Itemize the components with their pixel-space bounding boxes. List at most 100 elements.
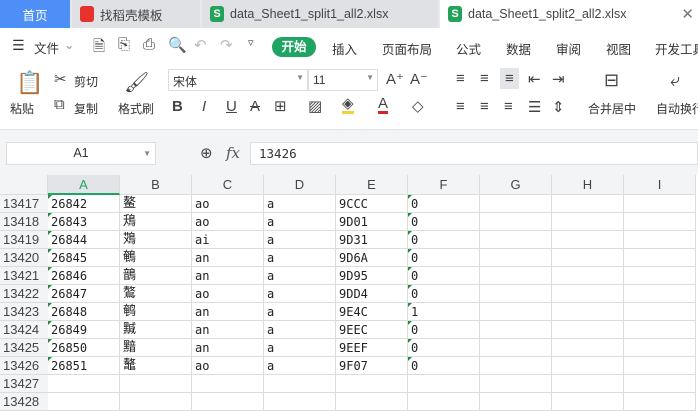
brush-icon[interactable]: 🖌 [124,70,149,95]
redo-icon[interactable]: ↷ [220,36,233,54]
eraser-icon[interactable]: ◇ [412,97,424,115]
cell-B13423[interactable]: 鹌 [120,303,192,321]
row-header[interactable]: 13426 [0,357,48,375]
cell-C13428[interactable] [192,393,264,411]
cell-C13421[interactable]: an [192,267,264,285]
cell-I13422[interactable] [624,285,696,303]
align-bottom-icon[interactable]: ≡ [500,68,519,89]
align-center-icon[interactable]: ≡ [480,98,489,115]
column-header-I[interactable]: I [624,175,696,195]
menu-icon[interactable]: ☰ [12,37,25,54]
tab-home[interactable]: 首页 [0,0,70,28]
row-header[interactable]: 13418 [0,213,48,231]
copy-icon[interactable]: ⧉ [54,96,65,113]
cell-B13425[interactable]: 黯 [120,339,192,357]
print-icon[interactable]: ⎙ [143,36,155,53]
cell-E13417[interactable]: 9CCC [336,195,408,213]
cell-D13420[interactable]: a [264,249,336,267]
cell-F13417[interactable]: 0 [408,195,480,213]
column-header-A[interactable]: A [48,175,120,195]
cell-H13423[interactable] [552,303,624,321]
cell-F13424[interactable]: 0 [408,321,480,339]
row-header[interactable]: 13423 [0,303,48,321]
cell-G13418[interactable] [480,213,552,231]
increase-font-icon[interactable]: A⁺ [386,70,404,88]
justify-icon[interactable]: ☰ [528,98,541,116]
cell-C13418[interactable]: ao [192,213,264,231]
tab-file-2[interactable]: Sdata_Sheet1_split2_all2.xlsx ✕ [440,0,698,28]
font-size-select[interactable]: 11 ▼ [308,69,378,91]
paste-button[interactable]: 粘贴 [10,100,34,117]
cell-G13426[interactable] [480,357,552,375]
cell-I13423[interactable] [624,303,696,321]
strikethrough-icon[interactable]: A [250,98,260,115]
cell-F13428[interactable] [408,393,480,411]
cell-F13422[interactable]: 0 [408,285,480,303]
cell-F13421[interactable]: 0 [408,267,480,285]
cell-E13423[interactable]: 9E4C [336,303,408,321]
align-top-icon[interactable]: ≡ [456,70,465,87]
column-header-D[interactable]: D [264,175,336,195]
cell-H13425[interactable] [552,339,624,357]
italic-icon[interactable]: I [202,98,206,115]
cell-F13423[interactable]: 1 [408,303,480,321]
cell-D13422[interactable]: a [264,285,336,303]
cell-E13422[interactable]: 9DD4 [336,285,408,303]
cell-C13423[interactable]: an [192,303,264,321]
cell-I13427[interactable] [624,375,696,393]
cell-G13427[interactable] [480,375,552,393]
wrap-text-button[interactable]: 自动换行 [656,100,698,117]
cell-A13424[interactable]: 26849 [48,321,120,339]
cell-H13418[interactable] [552,213,624,231]
cell-I13417[interactable] [624,195,696,213]
cell-style-icon[interactable]: ▨ [308,97,322,115]
tab-view[interactable]: 视图 [606,39,631,58]
preview-icon[interactable]: 🔍 [168,36,187,54]
cell-I13426[interactable] [624,357,696,375]
cell-D13428[interactable] [264,393,336,411]
name-box[interactable]: A1 ▼ [6,142,156,165]
decrease-font-icon[interactable]: A⁻ [410,70,428,88]
cell-H13428[interactable] [552,393,624,411]
cell-A13423[interactable]: 26848 [48,303,120,321]
tab-data[interactable]: 数据 [506,39,531,58]
tab-templates[interactable]: 找稻壳模板 [72,0,200,28]
paste-icon[interactable]: 📋 [16,70,43,96]
cell-B13419[interactable]: 鴱 [120,231,192,249]
cell-A13427[interactable] [48,375,120,393]
font-color-icon[interactable]: A [378,96,389,114]
column-header-H[interactable]: H [552,175,624,195]
cell-I13428[interactable] [624,393,696,411]
column-header-E[interactable]: E [336,175,408,195]
cell-A13421[interactable]: 26846 [48,267,120,285]
cell-B13428[interactable] [120,393,192,411]
align-right-icon[interactable]: ≡ [504,98,513,115]
cell-F13427[interactable] [408,375,480,393]
cell-F13420[interactable]: 0 [408,249,480,267]
distributed-icon[interactable]: ⇕ [552,98,565,116]
cell-G13424[interactable] [480,321,552,339]
cell-C13426[interactable]: ao [192,357,264,375]
tab-formulas[interactable]: 公式 [456,39,481,58]
cell-H13427[interactable] [552,375,624,393]
wrap-text-icon[interactable]: ⤶ [670,70,680,91]
column-header-B[interactable]: B [120,175,192,195]
align-left-icon[interactable]: ≡ [456,98,465,115]
cell-A13426[interactable]: 26851 [48,357,120,375]
cell-E13428[interactable] [336,393,408,411]
cell-A13419[interactable]: 26844 [48,231,120,249]
column-header-F[interactable]: F [408,175,480,195]
zoom-icon[interactable]: ⊕ [200,144,213,162]
fill-color-icon[interactable]: ◈ [342,96,354,114]
cell-H13419[interactable] [552,231,624,249]
row-header[interactable]: 13420 [0,249,48,267]
cell-I13418[interactable] [624,213,696,231]
cell-E13420[interactable]: 9D6A [336,249,408,267]
cell-C13417[interactable]: ao [192,195,264,213]
cell-G13425[interactable] [480,339,552,357]
tab-file-1[interactable]: Sdata_Sheet1_split1_all2.xlsx [202,0,438,28]
cell-D13423[interactable]: a [264,303,336,321]
row-header[interactable]: 13417 [0,195,48,213]
cell-A13425[interactable]: 26850 [48,339,120,357]
tab-review[interactable]: 审阅 [556,39,581,58]
